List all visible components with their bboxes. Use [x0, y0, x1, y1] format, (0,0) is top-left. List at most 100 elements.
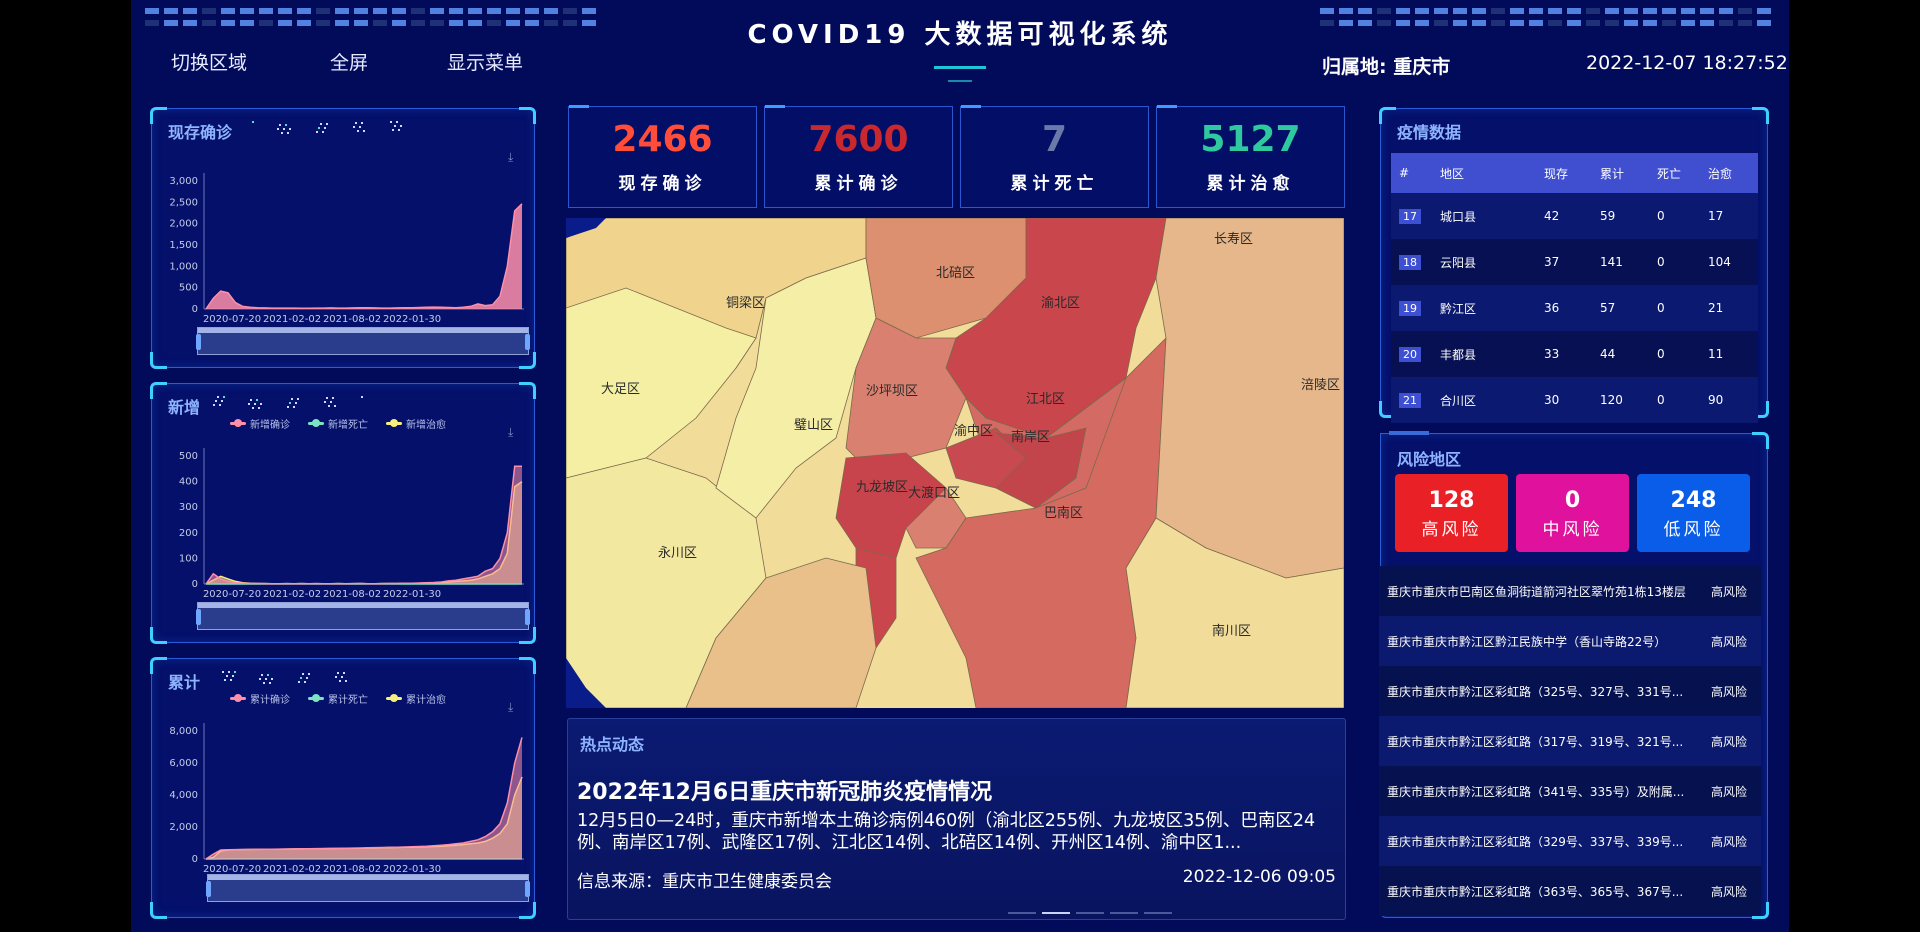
x-tick-label: 2021-08-02	[323, 589, 381, 600]
data-zoom-slider[interactable]	[206, 874, 530, 902]
table-cell: 36	[1536, 285, 1592, 331]
risk-area-list: 重庆市重庆市巴南区鱼洞街道箭河社区翠竹苑1栋13楼层 高风险 重庆市重庆市黔江区黔江…	[1379, 566, 1761, 916]
map-region-label[interactable]: 北碚区	[936, 262, 975, 281]
table-cell: 17	[1700, 193, 1758, 239]
pager-dot-active[interactable]	[1042, 912, 1070, 914]
series-line[interactable]	[205, 480, 523, 585]
news-source: 信息来源：重庆市卫生健康委员会	[577, 872, 832, 892]
table-row[interactable]: 21 合川区 30 120 0 90	[1391, 377, 1758, 423]
x-tick-label: 2022-01-30	[383, 314, 441, 325]
map-region-label[interactable]: 铜梁区	[726, 292, 765, 311]
cell-text: 17	[1708, 209, 1724, 223]
pager-dot[interactable]	[1008, 912, 1036, 914]
table-cell: 黔江区	[1432, 285, 1536, 331]
map-region-label[interactable]: 九龙坡区	[856, 476, 908, 495]
table-row[interactable]: 18 云阳县 37 141 0 104	[1391, 239, 1758, 285]
cell-text: 11	[1708, 347, 1724, 361]
cell-text: 59	[1600, 209, 1616, 223]
y-tick-label: 1,500	[169, 240, 198, 251]
mid-risk-card[interactable]: 0 中风险	[1516, 474, 1629, 552]
low-risk-card[interactable]: 248 低风险	[1637, 474, 1750, 552]
map-region-label[interactable]: 巴南区	[1044, 502, 1083, 521]
x-tick-label: 2020-07-20	[203, 314, 261, 325]
zoom-handle-left[interactable]	[196, 334, 201, 350]
list-item[interactable]: 重庆市重庆市黔江区彩虹路（317号、319号、321号... 高风险	[1379, 716, 1761, 766]
stat-label: 累计死亡	[1010, 174, 1099, 194]
index-badge: 21	[1399, 392, 1421, 408]
dashboard-stage: COVID19 大数据可视化系统 切换区域 全屏 显示菜单 归属地: 重庆市 2…	[131, 0, 1789, 932]
table-cell: 0	[1649, 239, 1700, 285]
series-line[interactable]	[205, 465, 522, 585]
zoom-track	[198, 603, 528, 608]
column-header: 地区	[1432, 153, 1536, 193]
chart-svg: 0 100 200 300 400 500 2020-07-20 2021-02-02 2021…	[179, 448, 524, 600]
cell-text: 0	[1657, 347, 1665, 361]
table-row[interactable]: 17 城口县 42 59 0 17	[1391, 193, 1758, 239]
risk-count: 128	[1428, 488, 1475, 513]
map-region-label[interactable]: 璧山区	[794, 414, 833, 433]
risk-count: 0	[1564, 488, 1581, 513]
map-region-label[interactable]: 大足区	[601, 378, 640, 397]
series-line[interactable]	[205, 203, 523, 310]
new-cases-chart: 0 100 200 300 400 500 2020-07-20 2021-02-02 2021…	[152, 384, 534, 604]
map-region-label[interactable]: 大渡口区	[908, 482, 960, 501]
news-headline[interactable]: 2022年12月6日重庆市新冠肺炎疫情情况	[577, 774, 992, 806]
list-item[interactable]: 重庆市重庆市巴南区鱼洞街道箭河社区翠竹苑1栋13楼层 高风险	[1379, 566, 1761, 616]
stat-label: 累计确诊	[814, 174, 903, 194]
data-zoom-slider[interactable]	[196, 327, 530, 355]
switch-region-button[interactable]: 切换区域	[171, 48, 247, 75]
x-tick-label: 2022-01-30	[383, 589, 441, 600]
table-row[interactable]: 20 丰都县 33 44 0 11	[1391, 331, 1758, 377]
list-item[interactable]: 重庆市重庆市黔江区彩虹路（363号、365号、367号... 高风险	[1379, 866, 1761, 916]
epidemic-table: # 地区 现存 累计 死亡 治愈 17 城口县 42 59 0 17 18 云阳县 37 141 0…	[1391, 153, 1758, 423]
map-region-label[interactable]: 长寿区	[1214, 228, 1253, 247]
risk-level: 高风险	[1711, 884, 1748, 899]
news-date: 2022-12-06 09:05	[1182, 867, 1336, 887]
fullscreen-button[interactable]: 全屏	[330, 48, 368, 75]
map-region-label[interactable]: 涪陵区	[1301, 374, 1340, 393]
pager-dot[interactable]	[1110, 912, 1138, 914]
cell-text: 合川区	[1440, 393, 1477, 408]
list-item[interactable]: 重庆市重庆市黔江区黔江民族中学（香山寺路22号） 高风险	[1379, 616, 1761, 666]
show-menu-button[interactable]: 显示菜单	[447, 48, 523, 75]
series-line[interactable]	[205, 737, 523, 860]
chongqing-map[interactable]: 长寿区北碚区铜梁区 渝北区大足区 沙坪坝区 涪陵区江北区璧山区 渝中区 南岸区九龙坡区 大渡…	[566, 218, 1344, 708]
map-region-label[interactable]: 渝北区	[1041, 292, 1080, 311]
data-zoom-slider[interactable]	[196, 602, 530, 630]
table-cell: 丰都县	[1432, 331, 1536, 377]
table-cell: 合川区	[1432, 377, 1536, 423]
index-badge: 17	[1399, 208, 1421, 224]
risk-level: 高风险	[1711, 734, 1748, 749]
zoom-handle-left[interactable]	[196, 609, 201, 625]
map-region-label[interactable]: 永川区	[658, 542, 697, 561]
list-item[interactable]: 重庆市重庆市黔江区彩虹路（329号、337号、339号... 高风险	[1379, 816, 1761, 866]
title-underline-accent	[948, 80, 972, 82]
pager-dot[interactable]	[1144, 912, 1172, 914]
table-cell: 37	[1536, 239, 1592, 285]
zoom-handle-right[interactable]	[525, 881, 530, 897]
zoom-handle-right[interactable]	[525, 609, 530, 625]
cell-text: 0	[1657, 393, 1665, 407]
stat-total-cured: 5127 累计治愈	[1156, 105, 1345, 208]
map-region-label[interactable]: 南川区	[1212, 620, 1251, 639]
news-pager	[1008, 912, 1172, 914]
zoom-handle-left[interactable]	[206, 881, 211, 897]
panel-title: 风险地区	[1397, 450, 1462, 469]
zoom-handle-right[interactable]	[525, 334, 530, 350]
stat-tick	[569, 105, 589, 108]
cell-text: 42	[1544, 209, 1560, 223]
map-region-label[interactable]: 江北区	[1026, 388, 1065, 407]
list-item[interactable]: 重庆市重庆市黔江区彩虹路（325号、327号、331号... 高风险	[1379, 666, 1761, 716]
list-item[interactable]: 重庆市重庆市黔江区彩虹路（341号、335号）及附属... 高风险	[1379, 766, 1761, 816]
table-row[interactable]: 19 黔江区 36 57 0 21	[1391, 285, 1758, 331]
cell-text: 120	[1600, 393, 1623, 407]
stat-total-confirmed: 7600 累计确诊	[764, 105, 953, 208]
map-region-label[interactable]: 渝中区	[954, 420, 993, 439]
map-region-label[interactable]: 沙坪坝区	[866, 380, 918, 399]
pager-dot[interactable]	[1076, 912, 1104, 914]
high-risk-card[interactable]: 128 高风险	[1395, 474, 1508, 552]
map-region-label[interactable]: 南岸区	[1011, 426, 1050, 445]
table-cell: 57	[1592, 285, 1649, 331]
table-header: # 地区 现存 累计 死亡 治愈	[1391, 153, 1758, 193]
cell-text: 21	[1708, 301, 1724, 315]
